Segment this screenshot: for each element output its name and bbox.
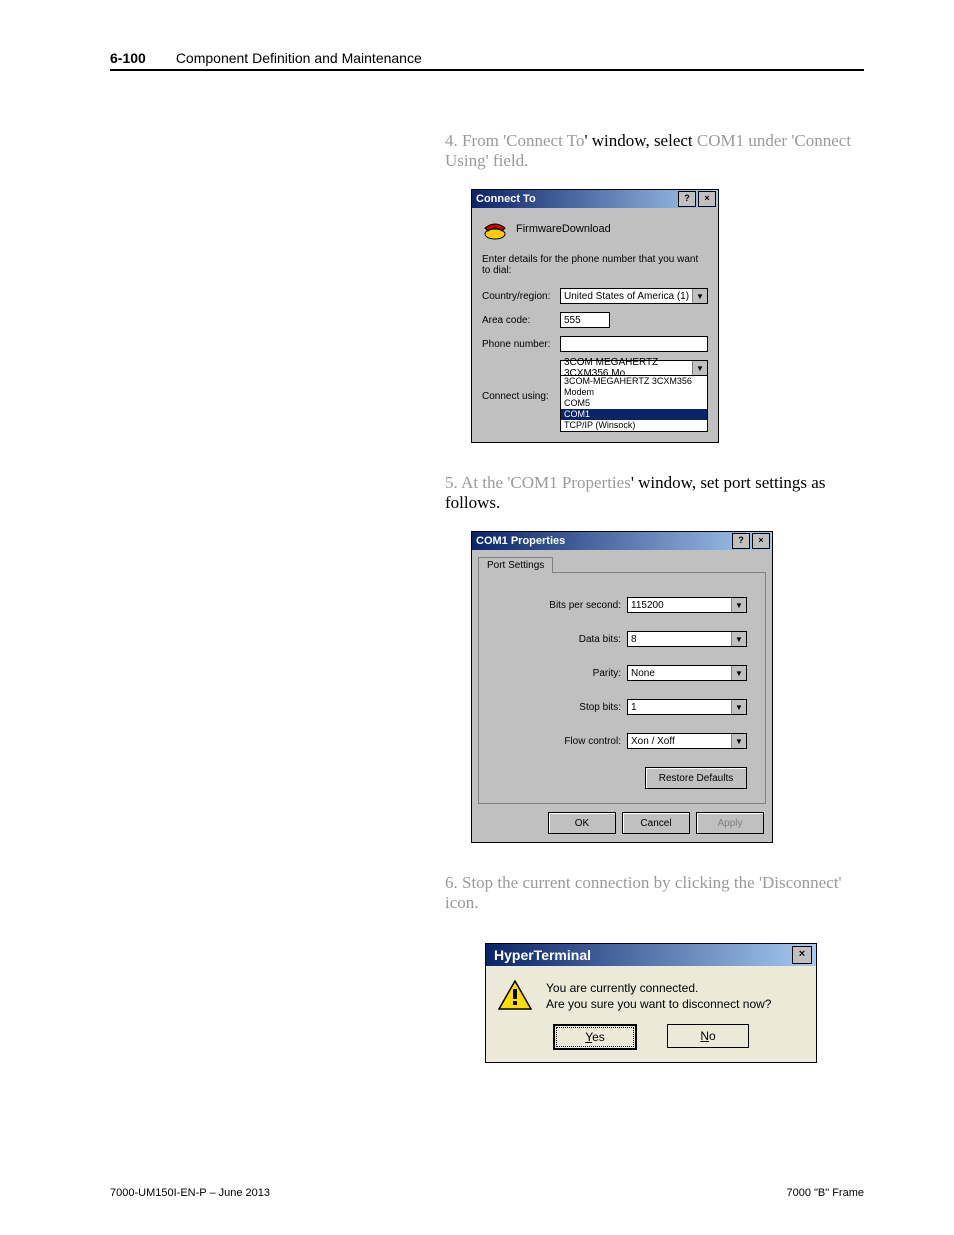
bps-label: Bits per second: — [549, 600, 621, 611]
chevron-down-icon[interactable]: ▼ — [731, 734, 746, 748]
databits-label: Data bits: — [579, 634, 621, 645]
list-item[interactable]: COM1 — [561, 409, 707, 420]
bps-combo[interactable]: 115200▼ — [627, 597, 747, 613]
help-button[interactable]: ? — [732, 533, 750, 549]
com1-title: COM1 Properties — [474, 535, 730, 547]
phone-number-label: Phone number: — [482, 339, 560, 350]
connect-using-list[interactable]: 3COM-MEGAHERTZ 3CXM356 Modem COM5 COM1 T… — [560, 375, 708, 432]
page-number: 6-100 — [110, 50, 146, 66]
connect-to-dialog: Connect To ? × FirmwareDownload Enter de… — [471, 189, 719, 443]
chevron-down-icon[interactable]: ▼ — [731, 632, 746, 646]
parity-combo[interactable]: None▼ — [627, 665, 747, 681]
help-button[interactable]: ? — [678, 191, 696, 207]
section-title: Component Definition and Maintenance — [176, 50, 422, 66]
no-button[interactable]: No — [667, 1024, 749, 1048]
chevron-down-icon[interactable]: ▼ — [692, 289, 707, 303]
chevron-down-icon[interactable]: ▼ — [692, 361, 707, 375]
area-code-label: Area code: — [482, 315, 560, 326]
chevron-down-icon[interactable]: ▼ — [731, 700, 746, 714]
databits-combo[interactable]: 8▼ — [627, 631, 747, 647]
ok-button[interactable]: OK — [548, 812, 616, 834]
country-label: Country/region: — [482, 291, 560, 302]
connect-using-label: Connect using: — [482, 391, 560, 402]
close-button[interactable]: × — [792, 946, 812, 964]
tab-port-settings[interactable]: Port Settings — [478, 557, 553, 573]
footer-right: 7000 "B" Frame — [786, 1187, 864, 1199]
connect-using-combo[interactable]: 3COM MEGAHERTZ 3CXM356 Mo▼ — [560, 360, 708, 376]
header-rule — [110, 69, 864, 71]
list-item[interactable]: 3COM-MEGAHERTZ 3CXM356 Modem — [561, 376, 707, 398]
yes-button[interactable]: Yes — [553, 1024, 637, 1050]
parity-label: Parity: — [593, 668, 621, 679]
com1-properties-dialog: COM1 Properties ? × Port Settings Bits p… — [471, 531, 773, 843]
connect-instruction: Enter details for the phone number that … — [482, 254, 708, 276]
flowcontrol-label: Flow control: — [564, 736, 621, 747]
msgbox-text: You are currently connected. Are you sur… — [546, 980, 771, 1012]
restore-defaults-button[interactable]: Restore Defaults — [645, 767, 747, 789]
msgbox-titlebar[interactable]: HyperTerminal × — [486, 944, 816, 966]
connect-to-title: Connect To — [474, 193, 676, 205]
list-item[interactable]: TCP/IP (Winsock) — [561, 420, 707, 431]
phone-icon — [482, 218, 508, 240]
apply-button[interactable]: Apply — [696, 812, 764, 834]
close-button[interactable]: × — [752, 533, 770, 549]
chevron-down-icon[interactable]: ▼ — [731, 666, 746, 680]
flowcontrol-combo[interactable]: Xon / Xoff▼ — [627, 733, 747, 749]
connection-name: FirmwareDownload — [516, 223, 611, 235]
step5-text: 5. At the 'COM1 Properties' window, set … — [445, 473, 865, 513]
list-item[interactable]: COM5 — [561, 398, 707, 409]
phone-number-input[interactable] — [560, 336, 708, 352]
step6-text: 6. Stop the current connection by clicki… — [445, 873, 865, 913]
footer-left: 7000-UM150I-EN-P – June 2013 — [110, 1187, 270, 1199]
country-combo[interactable]: United States of America (1)▼ — [560, 288, 708, 304]
warning-icon — [498, 980, 532, 1010]
step4-text: 4. From 'Connect To' window, select COM1… — [445, 131, 865, 171]
stopbits-combo[interactable]: 1▼ — [627, 699, 747, 715]
hyperterminal-msgbox: HyperTerminal × You are currently connec… — [485, 943, 817, 1063]
msgbox-title: HyperTerminal — [490, 947, 792, 963]
close-button[interactable]: × — [698, 191, 716, 207]
cancel-button[interactable]: Cancel — [622, 812, 690, 834]
chevron-down-icon[interactable]: ▼ — [731, 598, 746, 612]
stopbits-label: Stop bits: — [579, 702, 621, 713]
connect-to-titlebar[interactable]: Connect To ? × — [472, 190, 718, 208]
com1-titlebar[interactable]: COM1 Properties ? × — [472, 532, 772, 550]
area-code-input[interactable]: 555 — [560, 312, 610, 328]
